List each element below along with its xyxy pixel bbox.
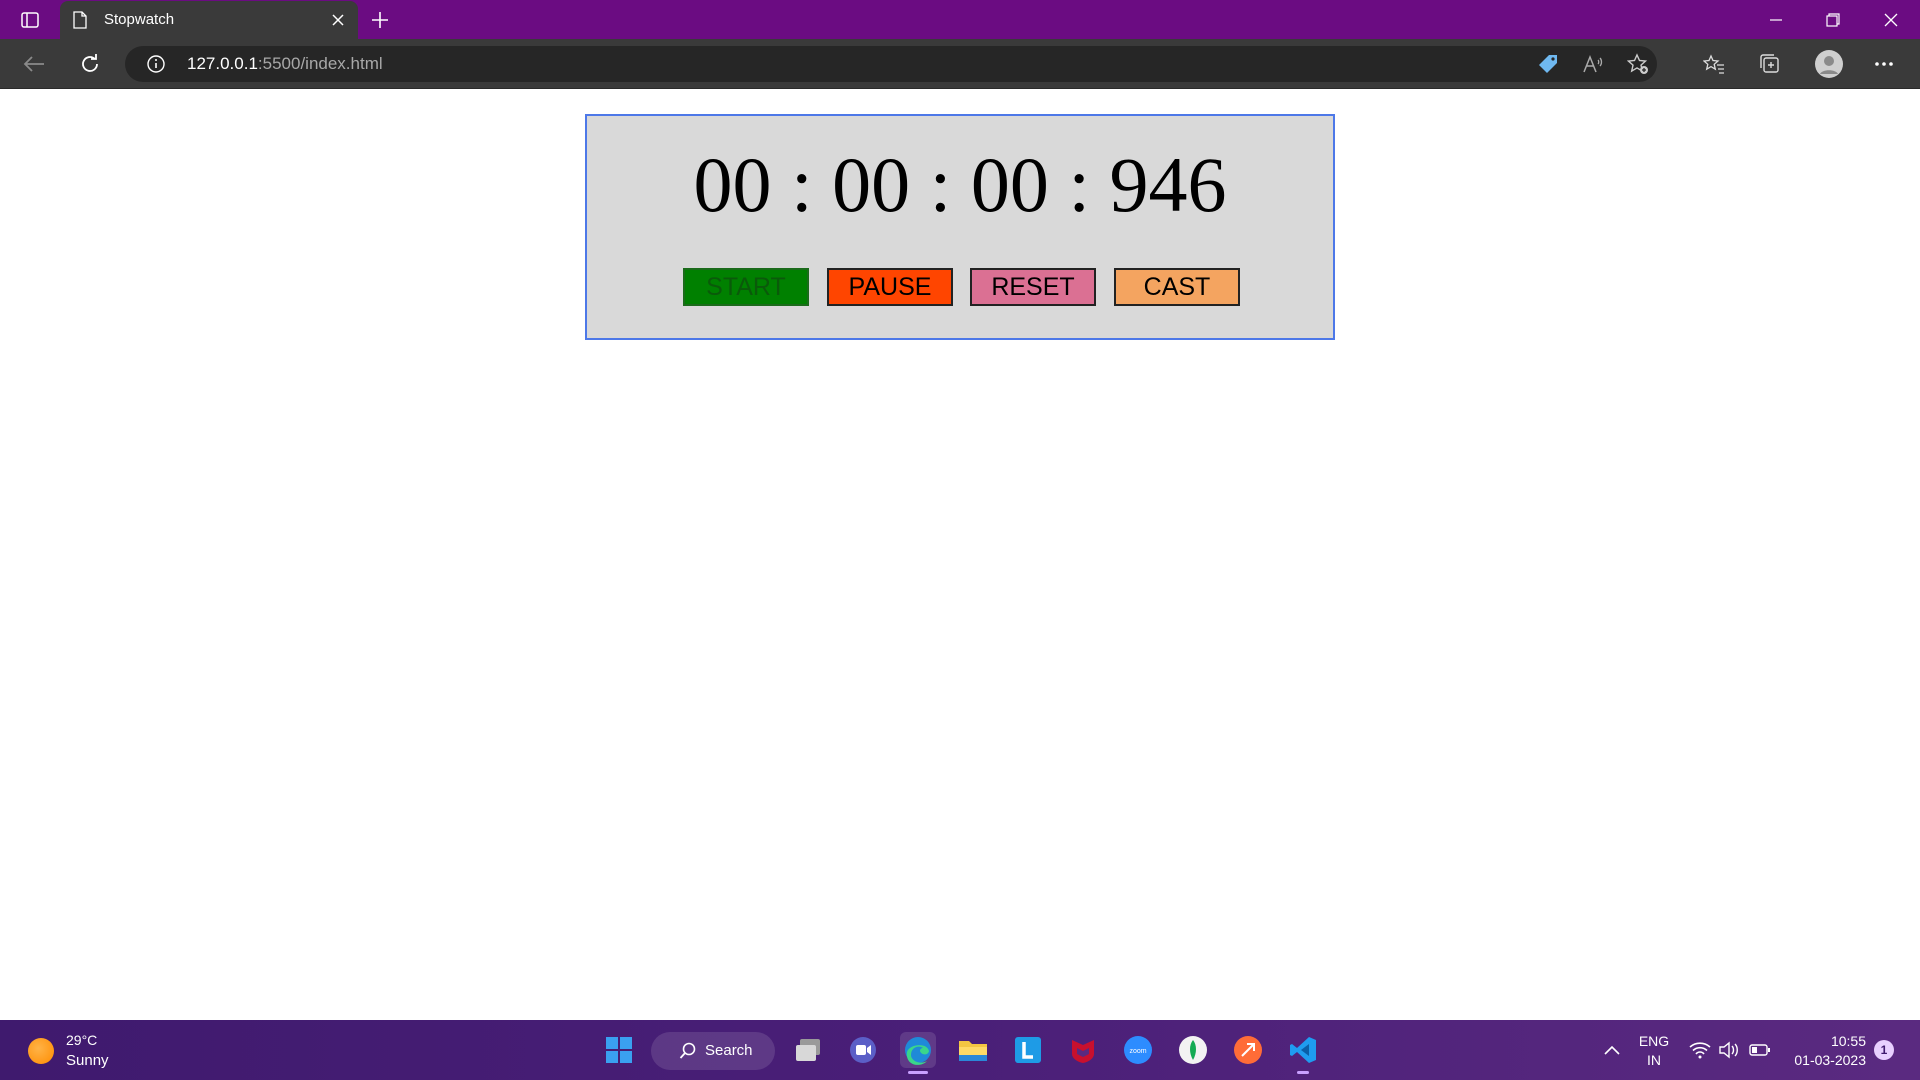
mongodb-compass-icon[interactable]	[1175, 1032, 1211, 1068]
url-path: :5500/index.html	[257, 54, 383, 73]
system-clock[interactable]: 10:55 01-03-2023	[1782, 1032, 1866, 1070]
tab-stopwatch[interactable]: Stopwatch	[60, 1, 358, 39]
task-view-icon[interactable]	[790, 1032, 826, 1068]
collections-icon[interactable]	[1756, 50, 1784, 78]
language-code: ENG	[1638, 1033, 1670, 1049]
windows-start-icon[interactable]	[601, 1032, 637, 1068]
vscode-icon[interactable]	[1285, 1032, 1321, 1074]
edge-browser-icon[interactable]	[900, 1032, 936, 1074]
new-tab-icon[interactable]	[368, 8, 392, 32]
l-app-icon[interactable]	[1010, 1032, 1046, 1068]
tab-title: Stopwatch	[104, 11, 175, 28]
mcafee-icon[interactable]	[1065, 1032, 1101, 1068]
language-region: IN	[1647, 1052, 1661, 1068]
windows-taskbar: 29°C Sunny Search zoom ENG IN 10:55 01-0…	[0, 1020, 1920, 1080]
more-menu-icon[interactable]	[1870, 50, 1898, 78]
clock-date: 01-03-2023	[1794, 1052, 1866, 1068]
notification-badge[interactable]: 1	[1874, 1040, 1894, 1060]
add-favorite-icon[interactable]	[1625, 51, 1651, 77]
running-app-indicator	[1297, 1071, 1309, 1074]
volume-icon[interactable]	[1718, 1038, 1742, 1062]
address-bar[interactable]: 127.0.0.1:5500/index.html	[125, 46, 1657, 82]
weather-sun-icon[interactable]	[28, 1038, 54, 1064]
shopping-tag-icon[interactable]	[1535, 51, 1561, 77]
read-aloud-icon[interactable]	[1580, 51, 1606, 77]
taskbar-search[interactable]: Search	[651, 1032, 775, 1070]
stopwatch-controls: START PAUSE RESET CAST	[587, 268, 1333, 308]
wifi-icon[interactable]	[1688, 1038, 1712, 1062]
favorites-icon[interactable]	[1700, 50, 1728, 78]
pause-button[interactable]: PAUSE	[827, 268, 953, 306]
reset-button[interactable]: RESET	[970, 268, 1096, 306]
url-text[interactable]: 127.0.0.1:5500/index.html	[187, 54, 383, 74]
search-label: Search	[705, 1042, 753, 1059]
battery-icon[interactable]	[1748, 1038, 1772, 1062]
svg-text:zoom: zoom	[1129, 1048, 1146, 1055]
browser-tab-bar: Stopwatch	[0, 0, 1920, 39]
weather-condition[interactable]: Sunny	[66, 1052, 109, 1069]
file-explorer-icon[interactable]	[955, 1032, 991, 1068]
teams-meet-icon[interactable]	[845, 1032, 881, 1068]
browser-toolbar: 127.0.0.1:5500/index.html	[0, 39, 1920, 89]
profile-avatar-icon[interactable]	[1813, 48, 1845, 80]
stopwatch-panel: 00 : 00 : 00 : 946 START PAUSE RESET CAS…	[585, 114, 1335, 340]
url-host: 127.0.0.1	[187, 54, 258, 73]
start-button[interactable]: START	[683, 268, 809, 306]
chevron-up-icon[interactable]	[1600, 1038, 1624, 1062]
postman-icon[interactable]	[1230, 1032, 1266, 1068]
weather-temperature[interactable]: 29°C	[66, 1032, 97, 1048]
cast-button[interactable]: CAST	[1114, 268, 1240, 306]
clock-time: 10:55	[1830, 1033, 1866, 1049]
search-icon	[679, 1042, 699, 1062]
zoom-icon[interactable]: zoom	[1120, 1032, 1156, 1068]
refresh-icon[interactable]	[76, 50, 104, 78]
close-window-icon[interactable]	[1877, 6, 1905, 34]
tab-actions-icon[interactable]	[14, 8, 46, 32]
active-app-indicator	[908, 1071, 928, 1074]
time-display: 00 : 00 : 00 : 946	[693, 141, 1227, 228]
minimize-icon[interactable]	[1762, 6, 1790, 34]
input-language[interactable]: ENG IN	[1636, 1032, 1672, 1070]
page-icon	[73, 11, 87, 29]
back-icon[interactable]	[20, 50, 48, 78]
restore-icon[interactable]	[1819, 6, 1847, 34]
close-tab-icon[interactable]	[328, 10, 348, 30]
site-info-icon[interactable]	[147, 55, 165, 73]
